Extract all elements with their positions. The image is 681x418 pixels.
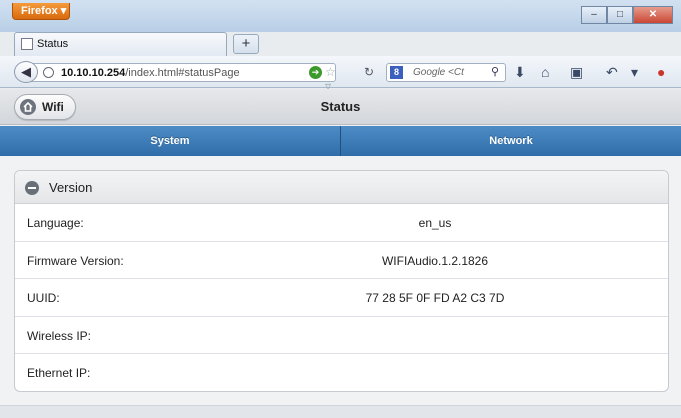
- history-back-icon[interactable]: ↶: [606, 64, 618, 81]
- home-icon[interactable]: ⌂: [541, 64, 549, 80]
- info-row-uuid: UUID: 77 28 5F 0F FD A2 C3 7D: [15, 279, 668, 317]
- footer: [0, 405, 681, 418]
- row-label: Firmware Version:: [27, 253, 124, 268]
- row-label: Language:: [27, 216, 84, 230]
- info-row-wireless-ip: Wireless IP:: [15, 317, 668, 354]
- panel-title: Version: [49, 180, 93, 195]
- search-engine-icon[interactable]: 8: [390, 66, 403, 79]
- maximize-button[interactable]: □: [607, 6, 633, 24]
- app-header: Wifi Status: [0, 89, 681, 125]
- page-title: Status: [320, 99, 361, 114]
- info-row-ethernet-ip: Ethernet IP:: [15, 354, 668, 391]
- back-button[interactable]: ◀: [14, 61, 38, 83]
- tab-network[interactable]: Network: [341, 126, 681, 156]
- page-icon: [21, 38, 33, 50]
- row-label: Wireless IP:: [27, 328, 92, 343]
- search-bar[interactable]: 8 Google <Ct ⚲: [386, 63, 506, 82]
- row-label: UUID:: [27, 291, 60, 305]
- close-button[interactable]: ✕: [633, 6, 673, 24]
- browser-tab[interactable]: Status: [14, 32, 227, 56]
- window-titlebar: Firefox ▾ – □ ✕: [0, 0, 681, 32]
- address-bar[interactable]: 10.10.10.254/index.html#statusPage ➔ ☆ ▿: [30, 63, 336, 93]
- search-placeholder: Google <Ct: [413, 67, 464, 78]
- bookmarks-icon[interactable]: ▣: [570, 64, 583, 81]
- download-icon[interactable]: ⬇: [514, 64, 526, 81]
- url-path: /index.html#statusPage: [125, 67, 240, 79]
- navigation-toolbar: 10.10.10.254/index.html#statusPage ➔ ☆ ▿…: [0, 56, 681, 93]
- menu-arrow-icon[interactable]: ▾: [631, 64, 638, 81]
- go-arrow-icon[interactable]: ➔: [309, 66, 322, 79]
- version-panel: Version Language: en_us Firmware Version…: [14, 170, 669, 392]
- row-value: en_us: [418, 216, 452, 230]
- reload-icon[interactable]: ↻: [364, 65, 374, 79]
- search-icon[interactable]: ⚲: [491, 65, 499, 78]
- row-value: WIFIAudio.1.2.1826: [381, 253, 489, 268]
- new-tab-button[interactable]: +: [233, 34, 259, 54]
- url-text: 10.10.10.254/index.html#statusPage: [61, 67, 240, 79]
- row-label: Ethernet IP:: [27, 366, 91, 380]
- section-tabs: System Network: [0, 126, 681, 156]
- tab-system[interactable]: System: [0, 126, 341, 156]
- row-value: 77 28 5F 0F FD A2 C3 7D: [365, 291, 505, 305]
- tab-title: Status: [37, 38, 69, 50]
- info-row-language: Language: en_us: [15, 204, 668, 242]
- collapse-icon[interactable]: [25, 181, 39, 195]
- firefox-menu-button[interactable]: Firefox ▾: [12, 3, 70, 20]
- site-identity-icon[interactable]: [43, 67, 54, 78]
- window-controls: – □ ✕: [581, 6, 673, 24]
- url-host: 10.10.10.254: [61, 67, 126, 79]
- minimize-button[interactable]: –: [581, 6, 607, 24]
- version-panel-header[interactable]: Version: [15, 171, 668, 204]
- addon-icon[interactable]: ●: [657, 64, 665, 80]
- web-app: Wifi Status System Network Version Langu…: [0, 89, 681, 418]
- info-row-firmware: Firmware Version: WIFIAudio.1.2.1826: [15, 242, 668, 279]
